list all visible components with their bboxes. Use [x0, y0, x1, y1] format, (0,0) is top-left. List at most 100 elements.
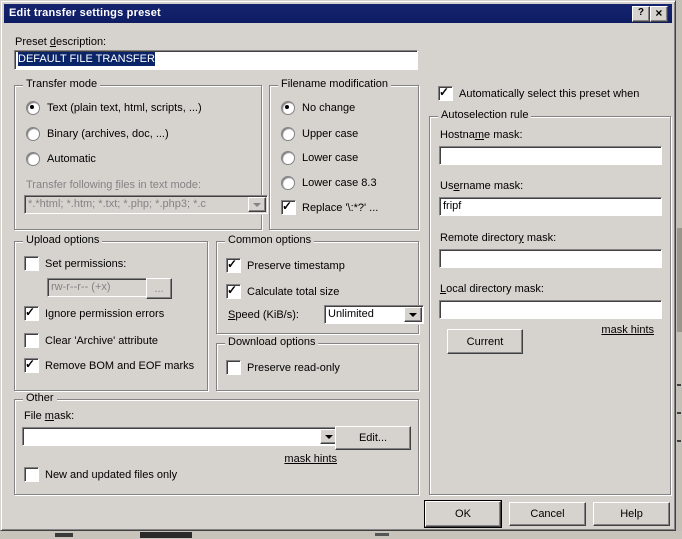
edit-mask-button[interactable]: Edit... [335, 426, 411, 450]
checkbox-icon: ✓ [226, 258, 241, 273]
filename-modification-legend: Filename modification [278, 78, 391, 90]
speed-combo[interactable]: Unlimited [324, 305, 424, 324]
radio-label: Upper case [302, 128, 358, 140]
common-options-group: Common options ✓ Preserve timestamp ✓ Ca… [216, 241, 419, 334]
checkbox-label: Calculate total size [247, 286, 339, 298]
selected-text: DEFAULT FILE TRANSFER [18, 52, 155, 66]
calculate-total-size-checkbox[interactable]: ✓ Calculate total size [226, 284, 339, 299]
window-title: Edit transfer settings preset [9, 7, 161, 19]
checkbox-label: Remove BOM and EOF marks [45, 360, 194, 372]
background-window-fragment [677, 412, 681, 414]
file-mask-combo[interactable] [22, 427, 340, 446]
download-options-legend: Download options [225, 336, 318, 348]
speed-label: Speed (KiB/s): [228, 309, 299, 321]
permissions-input: rw-r--r-- (+x) [47, 278, 147, 297]
dropdown-arrow-icon[interactable] [404, 307, 422, 322]
background-window-fragment [55, 533, 73, 537]
radio-label: Text (plain text, html, scripts, ...) [47, 102, 202, 114]
upload-options-legend: Upload options [23, 234, 102, 246]
checkbox-label: Clear 'Archive' attribute [45, 335, 158, 347]
download-options-group: Download options ✓ Preserve read-only [216, 343, 419, 391]
checkbox-icon: ✓ [281, 200, 296, 215]
ok-button[interactable]: OK [425, 501, 501, 527]
radio-label: Lower case [302, 152, 358, 164]
dropdown-arrow-icon [248, 197, 266, 212]
text-mode-files-label: Transfer following files in text mode: [26, 179, 201, 191]
permissions-value: rw-r--r-- (+x) [51, 281, 111, 293]
auto-select-preset-checkbox[interactable]: ✓ Automatically select this preset when [438, 86, 639, 101]
background-window-fragment [140, 532, 192, 538]
remote-directory-mask-label: Remote directory mask: [440, 232, 556, 244]
other-group: Other File mask: Edit... mask hints ✓ Ne… [14, 399, 419, 495]
checkbox-icon: ✓ [24, 306, 39, 321]
radio-lower-case[interactable]: Lower case [281, 151, 358, 165]
checkbox-icon: ✓ [226, 284, 241, 299]
file-mask-hints-link[interactable]: mask hints [225, 453, 337, 465]
checkbox-label: Replace '\:*?' ... [302, 202, 378, 214]
transfer-mode-group: Transfer mode Text (plain text, html, sc… [14, 85, 262, 230]
upload-options-group: Upload options ✓ Set permissions: rw-r--… [14, 241, 208, 391]
radio-text-mode[interactable]: Text (plain text, html, scripts, ...) [26, 101, 202, 115]
help-titlebar-button[interactable]: ? [632, 6, 650, 22]
title-bar[interactable]: Edit transfer settings preset ? × [4, 4, 672, 23]
radio-icon [281, 101, 295, 115]
filename-modification-group: Filename modification No change Upper ca… [269, 85, 419, 230]
preset-description-label: Preset description: [15, 36, 106, 48]
current-button[interactable]: Current [447, 329, 523, 354]
background-window-fragment [375, 533, 389, 536]
preset-description-input[interactable]: DEFAULT FILE TRANSFER [14, 50, 418, 70]
text-mode-files-value: *.*html; *.htm; *.txt; *.php; *.php3; *.… [28, 198, 206, 210]
preserve-read-only-checkbox[interactable]: ✓ Preserve read-only [226, 360, 340, 375]
checkbox-label: New and updated files only [45, 469, 177, 481]
file-mask-label: File mask: [24, 410, 74, 422]
background-window-fragment [677, 228, 682, 332]
checkbox-icon: ✓ [24, 256, 39, 271]
hostname-mask-input[interactable] [439, 146, 662, 165]
text-mode-files-combo: *.*html; *.htm; *.txt; *.php; *.php3; *.… [24, 195, 268, 214]
remote-directory-mask-input[interactable] [439, 249, 662, 268]
background-window-fragment [677, 384, 681, 386]
radio-icon [281, 127, 295, 141]
username-mask-input[interactable]: fripf [439, 197, 662, 216]
autoselection-mask-hints-link[interactable]: mask hints [572, 324, 654, 336]
permissions-browse-button[interactable]: ... [146, 278, 172, 299]
radio-label: Automatic [47, 153, 96, 165]
radio-binary-mode[interactable]: Binary (archives, doc, ...) [26, 127, 169, 141]
autoselection-rule-legend: Autoselection rule [438, 109, 531, 121]
remove-bom-checkbox[interactable]: ✓ Remove BOM and EOF marks [24, 358, 194, 373]
other-legend: Other [23, 392, 57, 404]
preserve-timestamp-checkbox[interactable]: ✓ Preserve timestamp [226, 258, 345, 273]
radio-icon [281, 176, 295, 190]
radio-lower-case-83[interactable]: Lower case 8.3 [281, 176, 377, 190]
replace-chars-checkbox[interactable]: ✓ Replace '\:*?' ... [281, 200, 378, 215]
clear-archive-checkbox[interactable]: ✓ Clear 'Archive' attribute [24, 333, 158, 348]
close-button[interactable]: × [650, 6, 668, 22]
radio-automatic-mode[interactable]: Automatic [26, 152, 96, 166]
common-options-legend: Common options [225, 234, 314, 246]
ignore-permission-errors-checkbox[interactable]: ✓ Ignore permission errors [24, 306, 164, 321]
radio-label: No change [302, 102, 355, 114]
speed-value: Unlimited [328, 308, 374, 320]
hostname-mask-label: Hostname mask: [440, 129, 523, 141]
close-icon: × [655, 6, 662, 20]
transfer-mode-legend: Transfer mode [23, 78, 100, 90]
checkbox-label: Preserve timestamp [247, 260, 345, 272]
radio-no-change[interactable]: No change [281, 101, 355, 115]
cancel-button[interactable]: Cancel [509, 502, 586, 526]
checkbox-icon: ✓ [438, 86, 453, 101]
set-permissions-checkbox[interactable]: ✓ Set permissions: [24, 256, 126, 271]
autoselection-rule-group: Autoselection rule Hostname mask: Userna… [429, 116, 671, 495]
radio-label: Lower case 8.3 [302, 177, 377, 189]
help-button[interactable]: Help [593, 502, 670, 526]
checkbox-label: Automatically select this preset when [459, 88, 639, 100]
edit-transfer-settings-dialog: Edit transfer settings preset ? × Preset… [0, 0, 676, 531]
ellipsis-icon: ... [154, 283, 163, 295]
radio-upper-case[interactable]: Upper case [281, 127, 358, 141]
checkbox-icon: ✓ [24, 358, 39, 373]
local-directory-mask-input[interactable] [439, 300, 662, 319]
checkbox-label: Set permissions: [45, 258, 126, 270]
checkbox-label: Preserve read-only [247, 362, 340, 374]
new-and-updated-checkbox[interactable]: ✓ New and updated files only [24, 467, 177, 482]
radio-icon [281, 151, 295, 165]
radio-icon [26, 152, 40, 166]
